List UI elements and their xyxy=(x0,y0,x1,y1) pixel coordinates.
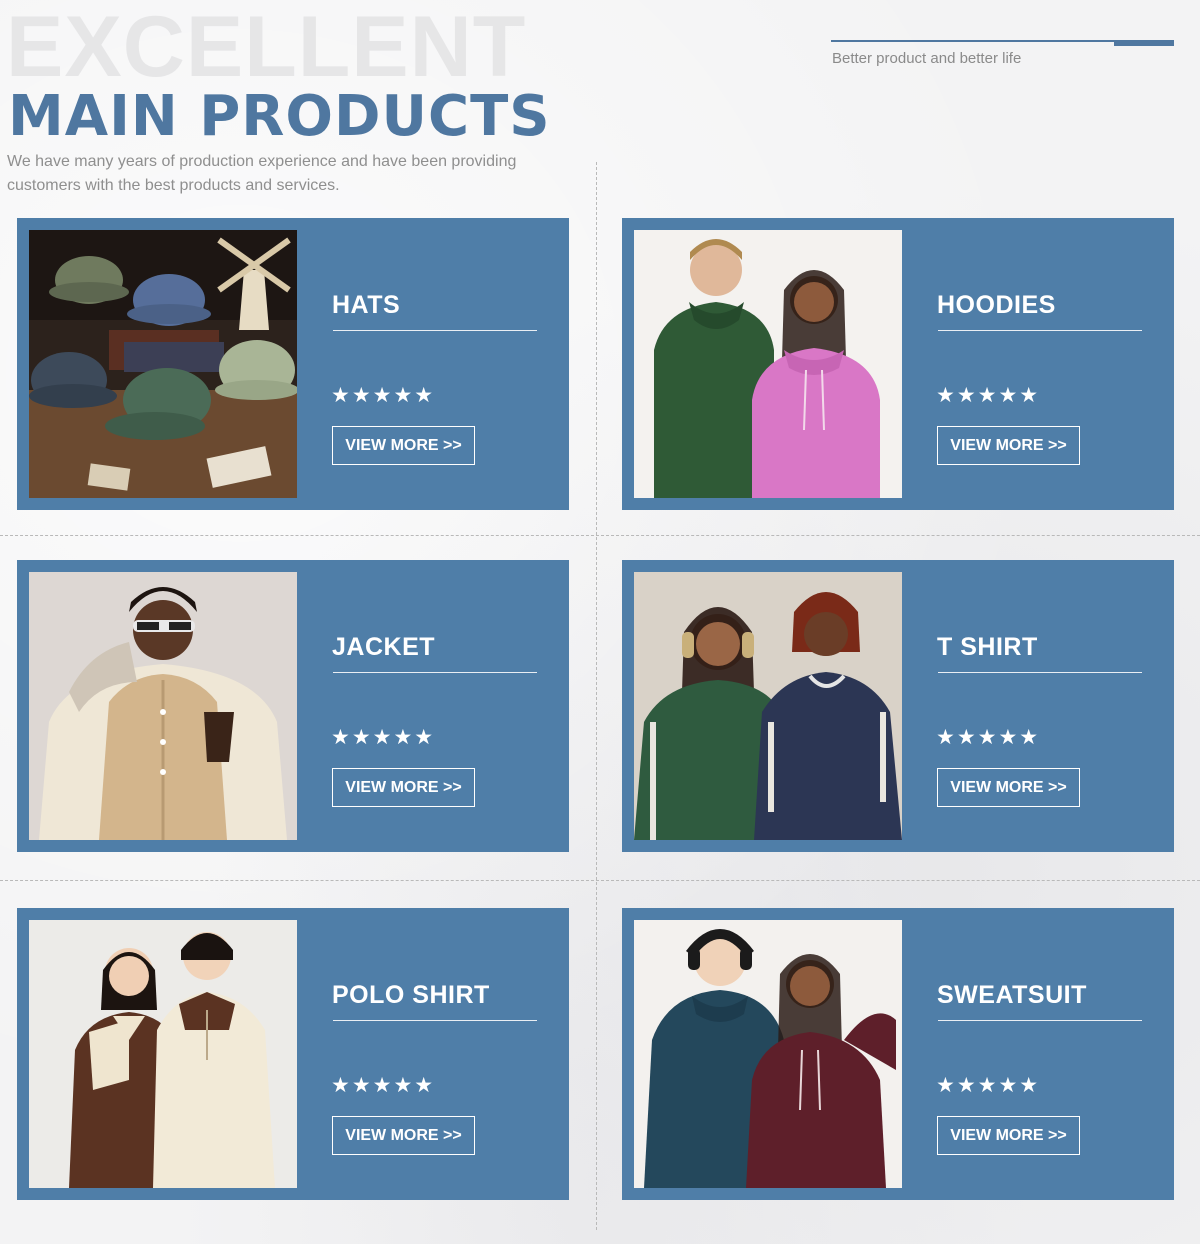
hats-product-photo[interactable] xyxy=(29,230,297,498)
product-title: HATS xyxy=(332,291,401,319)
view-more-button[interactable]: VIEW MORE >> xyxy=(937,426,1080,465)
grid-horizontal-divider xyxy=(0,535,1200,536)
background-heading-word: EXCELLENT xyxy=(6,0,527,95)
intro-text: We have many years of production experie… xyxy=(7,153,517,194)
product-title: T SHIRT xyxy=(937,633,1038,661)
product-card-hats: HATS ★★★★★ VIEW MORE >> xyxy=(17,218,569,510)
product-card-sweatsuit: SWEATSUIT ★★★★★ VIEW MORE >> xyxy=(622,908,1174,1200)
tagline-divider-accent xyxy=(1114,40,1174,46)
tagline-text: Better product and better life xyxy=(832,50,1022,67)
title-underline xyxy=(938,672,1142,673)
page-title: MAIN PRODUCTS xyxy=(8,84,551,149)
title-underline xyxy=(938,330,1142,331)
t-shirt-product-photo[interactable] xyxy=(634,572,902,840)
view-more-button[interactable]: VIEW MORE >> xyxy=(332,426,475,465)
jacket-product-photo[interactable] xyxy=(29,572,297,840)
rating-stars: ★★★★★ xyxy=(331,1074,436,1097)
view-more-button[interactable]: VIEW MORE >> xyxy=(937,768,1080,807)
product-card-hoodies: HOODIES ★★★★★ VIEW MORE >> xyxy=(622,218,1174,510)
product-title: HOODIES xyxy=(937,291,1056,319)
view-more-button[interactable]: VIEW MORE >> xyxy=(332,1116,475,1155)
product-card-jacket: JACKET ★★★★★ VIEW MORE >> xyxy=(17,560,569,852)
product-card-t-shirt: T SHIRT ★★★★★ VIEW MORE >> xyxy=(622,560,1174,852)
polo-shirt-product-photo[interactable] xyxy=(29,920,297,1188)
title-underline xyxy=(333,1020,537,1021)
rating-stars: ★★★★★ xyxy=(936,726,1041,749)
product-title: JACKET xyxy=(332,633,436,661)
product-title: POLO SHIRT xyxy=(332,981,490,1009)
rating-stars: ★★★★★ xyxy=(936,1074,1041,1097)
view-more-button[interactable]: VIEW MORE >> xyxy=(937,1116,1080,1155)
sweatsuit-product-photo[interactable] xyxy=(634,920,902,1188)
hoodies-product-photo[interactable] xyxy=(634,230,902,498)
title-underline xyxy=(333,330,537,331)
product-title: SWEATSUIT xyxy=(937,981,1087,1009)
product-card-polo-shirt: POLO SHIRT ★★★★★ VIEW MORE >> xyxy=(17,908,569,1200)
view-more-button[interactable]: VIEW MORE >> xyxy=(332,768,475,807)
title-underline xyxy=(333,672,537,673)
title-underline xyxy=(938,1020,1142,1021)
rating-stars: ★★★★★ xyxy=(331,384,436,407)
grid-horizontal-divider xyxy=(0,880,1200,881)
rating-stars: ★★★★★ xyxy=(331,726,436,749)
rating-stars: ★★★★★ xyxy=(936,384,1041,407)
grid-vertical-divider xyxy=(596,162,597,1230)
